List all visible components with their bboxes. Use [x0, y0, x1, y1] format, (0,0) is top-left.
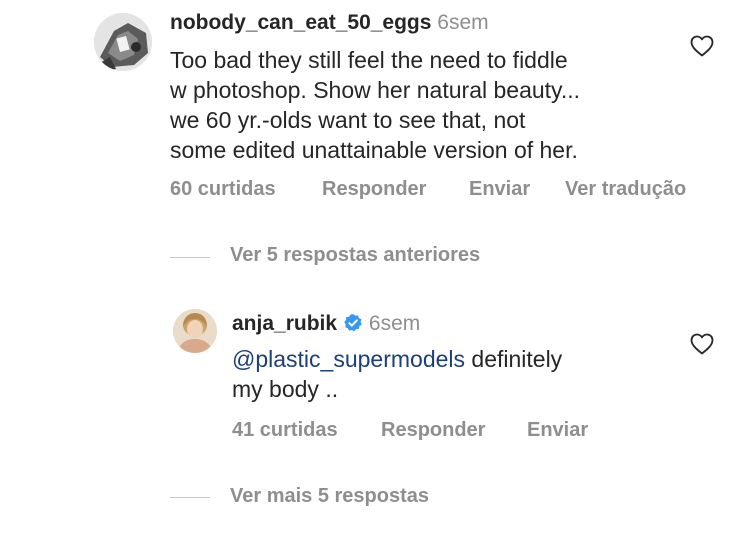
- mention-link[interactable]: @plastic_supermodels: [232, 346, 465, 372]
- reply-text-line: @plastic_supermodels definitely: [232, 344, 672, 374]
- comment-header: nobody_can_eat_50_eggs 6sem: [170, 11, 489, 35]
- comment-text-line: Too bad they still feel the need to fidd…: [170, 47, 568, 73]
- reply-text-line: my body ..: [232, 376, 339, 402]
- comment-username[interactable]: nobody_can_eat_50_eggs: [170, 11, 431, 34]
- view-more-replies-button[interactable]: Ver mais 5 respostas: [230, 485, 429, 508]
- reply-text-fragment: definitely: [465, 346, 563, 372]
- comment-timestamp: 6sem: [437, 11, 489, 34]
- reply-avatar-image: [173, 309, 217, 353]
- comment-reply-button[interactable]: Responder: [322, 178, 426, 201]
- comment-text-line: some edited unattainable version of her.: [170, 137, 578, 163]
- verified-badge-icon: [343, 313, 363, 339]
- view-previous-replies-button[interactable]: Ver 5 respostas anteriores: [230, 244, 480, 267]
- comment-like-button[interactable]: [690, 35, 714, 57]
- comment-text-line: w photoshop. Show her natural beauty...: [170, 77, 581, 103]
- reply-avatar[interactable]: [173, 309, 217, 353]
- reply-header: anja_rubik 6sem: [232, 312, 420, 339]
- comment-likes-count[interactable]: 60 curtidas: [170, 178, 276, 201]
- comment-text: Too bad they still feel the need to fidd…: [170, 45, 670, 165]
- heart-outline-icon: [690, 35, 714, 57]
- commenter-avatar-image: [94, 13, 152, 71]
- reply-timestamp: 6sem: [368, 312, 421, 335]
- reply-like-button[interactable]: [690, 333, 714, 355]
- comment-send-button[interactable]: Enviar: [469, 178, 530, 201]
- reply-text: @plastic_supermodels definitely my body …: [232, 344, 672, 404]
- reply-username[interactable]: anja_rubik: [232, 312, 337, 335]
- reply-send-button[interactable]: Enviar: [527, 419, 588, 442]
- comment-translate-button[interactable]: Ver tradução: [565, 178, 686, 201]
- thread-divider: [170, 257, 210, 258]
- heart-outline-icon: [690, 333, 714, 355]
- commenter-avatar[interactable]: [94, 13, 152, 71]
- thread-divider: [170, 497, 210, 498]
- comment-text-line: we 60 yr.-olds want to see that, not: [170, 107, 526, 133]
- reply-likes-count[interactable]: 41 curtidas: [232, 419, 338, 442]
- reply-reply-button[interactable]: Responder: [381, 419, 485, 442]
